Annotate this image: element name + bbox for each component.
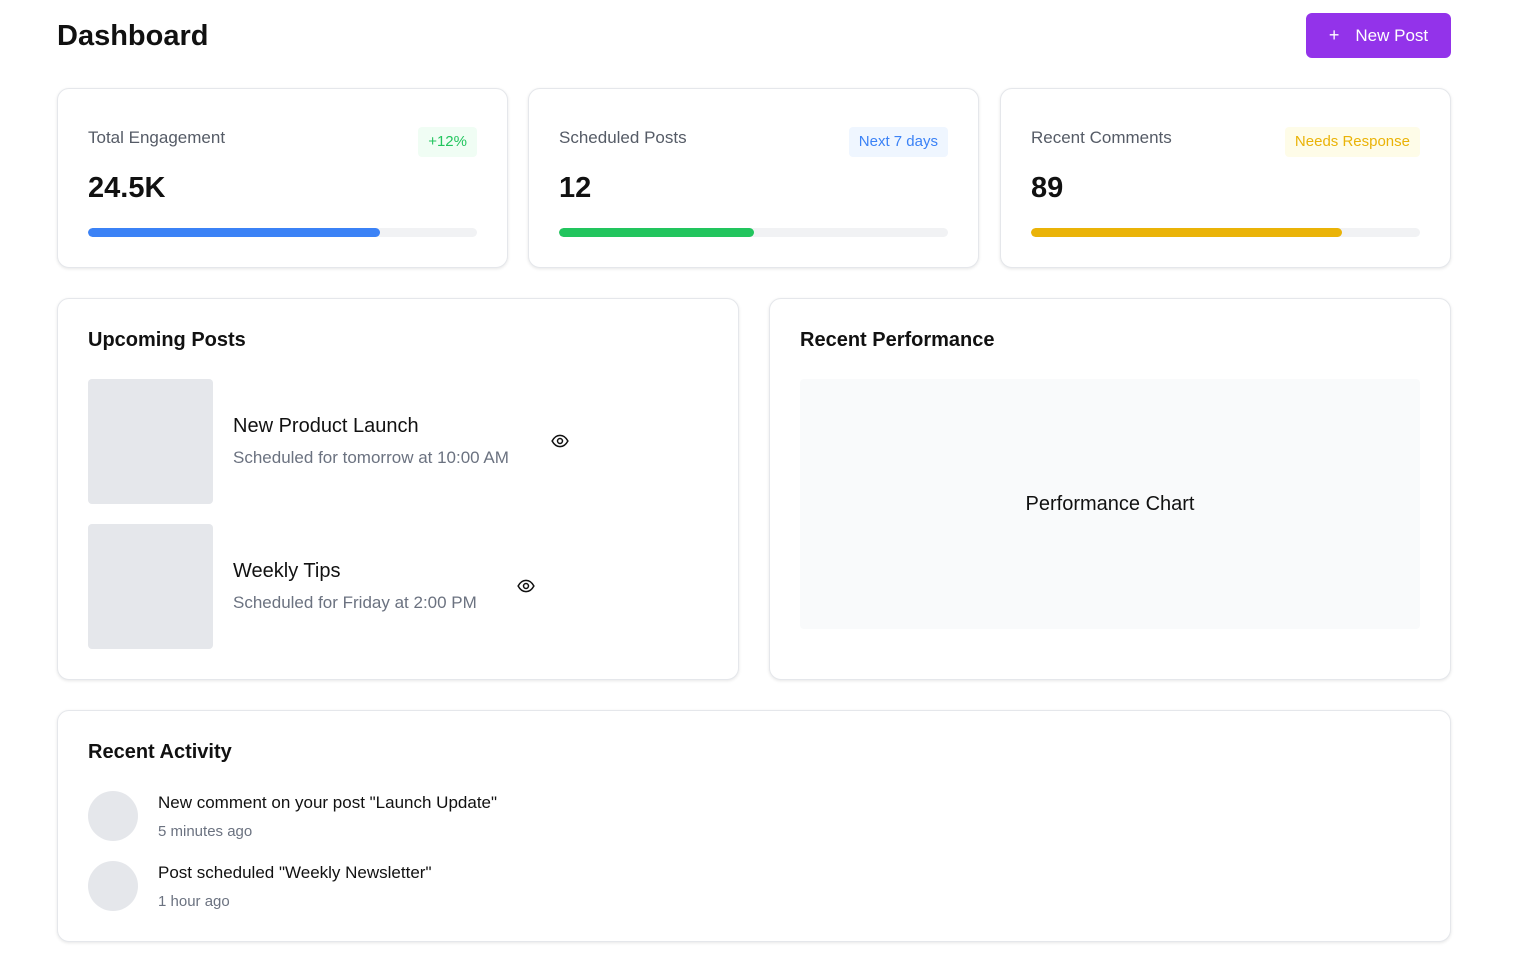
eye-icon[interactable] bbox=[550, 432, 570, 450]
post-title: Weekly Tips bbox=[233, 560, 341, 582]
activity-text: New comment on your post "Launch Update" bbox=[158, 793, 498, 812]
post-item[interactable]: Weekly Tips Scheduled for Friday at 2:00… bbox=[88, 524, 688, 649]
avatar bbox=[88, 861, 138, 911]
stat-badge: +12% bbox=[418, 127, 477, 157]
post-schedule: Scheduled for Friday at 2:00 PM bbox=[233, 593, 477, 612]
stat-value: 12 bbox=[559, 172, 592, 204]
performance-chart-placeholder: Performance Chart bbox=[800, 379, 1420, 629]
page-header: Dashboard + New Post bbox=[57, 13, 1451, 58]
page-title: Dashboard bbox=[57, 20, 209, 52]
stat-label: Recent Comments bbox=[1031, 128, 1172, 147]
progress-fill bbox=[559, 228, 754, 237]
stat-card-scheduled: Scheduled Posts Next 7 days 12 bbox=[528, 88, 979, 268]
activity-item: New comment on your post "Launch Update"… bbox=[88, 791, 788, 841]
section-title: Upcoming Posts bbox=[88, 329, 246, 351]
progress-track bbox=[88, 228, 477, 237]
stat-value: 89 bbox=[1031, 172, 1064, 204]
stat-card-engagement: Total Engagement +12% 24.5K bbox=[57, 88, 508, 268]
post-title: New Product Launch bbox=[233, 415, 419, 437]
post-schedule: Scheduled for tomorrow at 10:00 AM bbox=[233, 448, 509, 467]
progress-fill bbox=[1031, 228, 1343, 237]
progress-fill bbox=[88, 228, 380, 237]
activity-text: Post scheduled "Weekly Newsletter" bbox=[158, 863, 432, 882]
post-thumbnail bbox=[88, 524, 213, 649]
recent-activity-card: Recent Activity New comment on your post… bbox=[57, 710, 1451, 942]
activity-item: Post scheduled "Weekly Newsletter" 1 hou… bbox=[88, 861, 788, 911]
recent-performance-card: Recent Performance Performance Chart bbox=[769, 298, 1451, 680]
stat-label: Scheduled Posts bbox=[559, 128, 687, 147]
new-post-button[interactable]: + New Post bbox=[1306, 13, 1451, 58]
avatar bbox=[88, 791, 138, 841]
section-title: Recent Activity bbox=[88, 741, 232, 763]
stat-value: 24.5K bbox=[88, 172, 166, 204]
post-item[interactable]: New Product Launch Scheduled for tomorro… bbox=[88, 379, 688, 504]
activity-time: 5 minutes ago bbox=[158, 823, 253, 840]
post-thumbnail bbox=[88, 379, 213, 504]
section-title: Recent Performance bbox=[800, 329, 995, 351]
plus-icon: + bbox=[1328, 25, 1340, 45]
stat-badge: Next 7 days bbox=[848, 127, 948, 157]
progress-track bbox=[1031, 228, 1420, 237]
activity-time: 1 hour ago bbox=[158, 893, 230, 910]
stat-badge: Needs Response bbox=[1284, 127, 1420, 157]
stat-card-comments: Recent Comments Needs Response 89 bbox=[1000, 88, 1451, 268]
upcoming-posts-card: Upcoming Posts New Product Launch Schedu… bbox=[57, 298, 739, 680]
new-post-label: New Post bbox=[1355, 25, 1429, 45]
stat-label: Total Engagement bbox=[88, 128, 226, 147]
progress-track bbox=[559, 228, 948, 237]
eye-icon[interactable] bbox=[516, 577, 536, 595]
chart-placeholder-label: Performance Chart bbox=[1025, 492, 1195, 515]
